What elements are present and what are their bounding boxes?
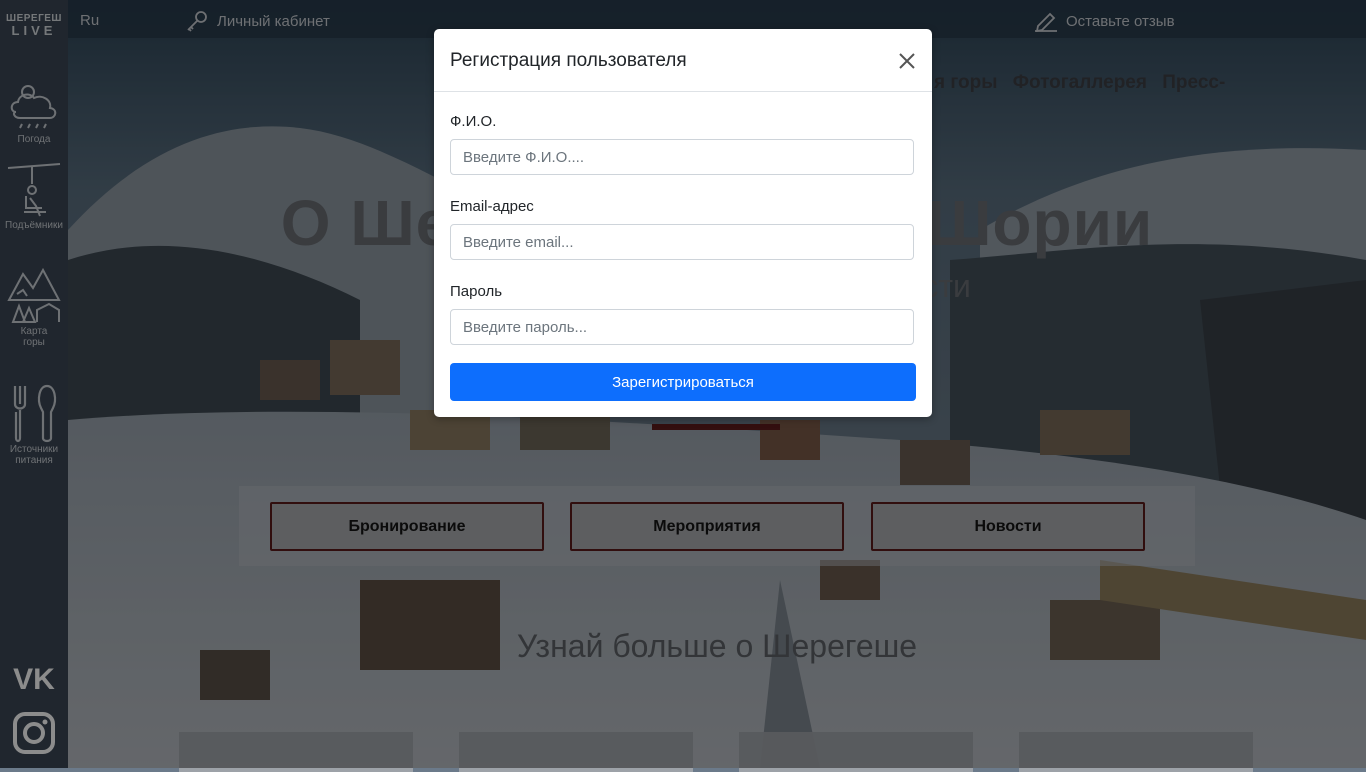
fullname-label: Ф.И.О.: [450, 113, 497, 130]
sidebar-item-label: Погода: [17, 134, 51, 145]
brand-logo-line2: LIVE: [11, 23, 57, 38]
pencil-icon: [1035, 12, 1057, 32]
sidebar-item-food[interactable]: Источники питания: [0, 382, 68, 466]
email-input[interactable]: [450, 224, 914, 260]
personal-cabinet-link[interactable]: Личный кабинет: [185, 10, 330, 32]
leave-review-link[interactable]: Оставьте отзыв: [1034, 10, 1175, 32]
events-button[interactable]: Мероприятия: [570, 502, 844, 551]
booking-button[interactable]: Бронирование: [270, 502, 544, 551]
nav-item[interactable]: я горы: [934, 72, 997, 93]
close-button[interactable]: [896, 50, 918, 72]
sidebar-item-label-line1: Карта: [20, 326, 48, 337]
svg-text:VK: VK: [13, 663, 55, 696]
brand-logo[interactable]: ШЕРЕГЕШ LIVE: [0, 14, 68, 38]
sidebar-item-mountain-map[interactable]: Карта горы: [0, 266, 68, 348]
fullname-input[interactable]: [450, 139, 914, 175]
modal-title: Регистрация пользователя: [450, 50, 687, 71]
food-icon: [13, 384, 57, 443]
registration-modal: Регистрация пользователя Ф.И.О. Email-ад…: [434, 29, 932, 417]
news-button[interactable]: Новости: [871, 502, 1145, 551]
modal-header: Регистрация пользователя: [434, 29, 932, 92]
sidebar-item-weather[interactable]: Погода: [0, 78, 68, 145]
language-switcher[interactable]: Ru: [80, 12, 99, 29]
info-card[interactable]: [1019, 732, 1253, 772]
chairlift-icon: [7, 163, 61, 217]
leave-review-label: Оставьте отзыв: [1066, 12, 1175, 30]
main-nav: я горы Фотогаллерея Пресс-: [934, 72, 1235, 94]
key-icon: [187, 11, 207, 32]
sidebar-item-label-line1: Источники: [9, 444, 59, 455]
nav-item[interactable]: Фотогаллерея: [1013, 72, 1147, 93]
nav-item[interactable]: Пресс-: [1162, 72, 1225, 93]
sidebar-item-label: Подъёмники: [5, 220, 63, 231]
password-input[interactable]: [450, 309, 914, 345]
email-label: Email-адрес: [450, 198, 534, 215]
close-icon: [899, 53, 915, 69]
sidebar-item-lifts[interactable]: Подъёмники: [0, 162, 68, 231]
sidebar-item-label-line2: питания: [15, 455, 53, 466]
hero-divider: [652, 424, 780, 430]
instagram-icon: [13, 712, 55, 754]
vk-link[interactable]: VK: [12, 658, 56, 698]
sidebar: ШЕРЕГЕШ LIVE Погода Подъёмники Карта гор…: [0, 0, 68, 768]
info-card[interactable]: [459, 732, 693, 772]
mountain-map-icon: [7, 267, 61, 323]
sidebar-item-label-line2: горы: [23, 337, 45, 348]
info-card[interactable]: [739, 732, 973, 772]
info-card[interactable]: [179, 732, 413, 772]
password-label: Пароль: [450, 283, 503, 300]
personal-cabinet-label: Личный кабинет: [217, 12, 330, 30]
weather-icon: [10, 85, 57, 129]
register-button[interactable]: Зарегистрироваться: [450, 363, 916, 401]
learn-more-heading: Узнай больше о Шерегеше: [516, 628, 918, 664]
quick-links-panel: Бронирование Мероприятия Новости: [239, 486, 1195, 566]
vk-icon: VK: [13, 663, 55, 696]
instagram-link[interactable]: [12, 712, 56, 754]
